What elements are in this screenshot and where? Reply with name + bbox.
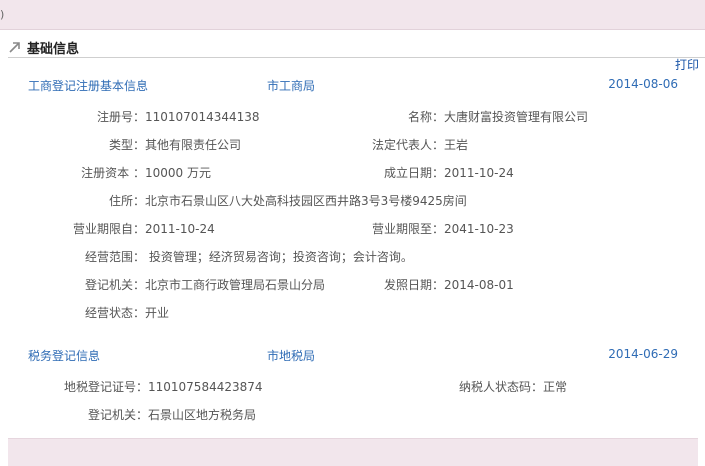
legal-rep-field: 法定代表人：王岩: [340, 136, 468, 153]
tax-authority-value: 石景山区地方税务局: [148, 408, 257, 422]
issue-date-value: 2014-08-01: [444, 278, 514, 292]
top-bar-stub: ): [0, 8, 5, 21]
address-value: 北京市石景山区八大处高科技园区西井路3号3号楼9425房间: [145, 194, 467, 208]
type-field: 类型：其他有限责任公司: [40, 136, 241, 153]
tax-org: 市地税局: [267, 349, 316, 363]
founded-label: 成立日期：: [383, 166, 444, 180]
reg-authority-field: 登记机关：北京市工商行政管理局石景山分局: [40, 276, 325, 293]
legal-rep-label: 法定代表人：: [371, 138, 444, 152]
reg-no-label: 注册号：: [96, 110, 145, 124]
reg-no-value: 110107014344138: [145, 110, 260, 124]
top-bar: ): [0, 0, 705, 30]
reg-authority-label: 登记机关：: [84, 278, 145, 292]
status-label: 经营状态：: [84, 306, 145, 320]
company-name-field: 名称：大唐财富投资管理有限公司: [340, 108, 588, 125]
status-value: 开业: [145, 306, 170, 320]
print-link[interactable]: 打印: [675, 56, 699, 73]
company-name-value: 大唐财富投资管理有限公司: [444, 110, 589, 124]
legal-rep-value: 王岩: [444, 138, 469, 152]
company-name-label: 名称：: [407, 110, 444, 124]
reg-no-field: 注册号：110107014344138: [40, 108, 260, 125]
business-org: 市工商局: [267, 79, 316, 93]
taxpayer-status-label: 纳税人状态码：: [458, 380, 543, 394]
issue-date-field: 发照日期：2014-08-01: [340, 276, 514, 293]
tax-authority-field: 登记机关：石景山区地方税务局: [40, 406, 256, 423]
term-from-label: 营业期限自：: [72, 222, 145, 236]
section-title: 基础信息: [27, 42, 80, 57]
tax-cert-field: 地税登记证号：110107584423874: [40, 378, 263, 395]
taxpayer-status-value: 正常: [543, 380, 568, 394]
type-label: 类型：: [108, 138, 145, 152]
term-to-value: 2041-10-23: [444, 222, 514, 236]
scope-label: 经营范围：: [84, 250, 145, 264]
capital-label: 注册资本 ：: [81, 166, 145, 180]
scope-value: 投资管理；经济贸易咨询；投资咨询；会计咨询。: [148, 250, 413, 264]
capital-value: 10000 万元: [145, 166, 211, 180]
taxpayer-status-field: 纳税人状态码：正常: [420, 378, 567, 395]
tax-authority-label: 登记机关：: [87, 408, 148, 422]
term-from-field: 营业期限自：2011-10-24: [40, 220, 215, 237]
business-title: 工商登记注册基本信息: [28, 79, 149, 93]
address-label: 住所：: [108, 194, 145, 208]
address-field: 住所：北京市石景山区八大处高科技园区西井路3号3号楼9425房间: [40, 192, 467, 209]
scope-field: 经营范围： 投资管理；经济贸易咨询；投资咨询；会计咨询。: [40, 248, 413, 265]
tax-date: 2014-06-29: [608, 347, 678, 361]
bottom-bar: [8, 438, 698, 466]
status-field: 经营状态：开业: [40, 304, 169, 321]
term-from-value: 2011-10-24: [145, 222, 215, 236]
tax-cert-label: 地税登记证号：: [63, 380, 148, 394]
business-header: 工商登记注册基本信息 市工商局 2014-08-06: [0, 77, 705, 93]
term-to-field: 营业期限至：2041-10-23: [340, 220, 514, 237]
founded-value: 2011-10-24: [444, 166, 514, 180]
type-value: 其他有限责任公司: [145, 138, 242, 152]
capital-field: 注册资本 ：10000 万元: [40, 164, 211, 181]
issue-date-label: 发照日期：: [383, 278, 444, 292]
tax-title: 税务登记信息: [28, 349, 101, 363]
term-to-label: 营业期限至：: [371, 222, 444, 236]
arrow-icon: [9, 42, 20, 53]
section-header: 基础信息: [8, 38, 705, 58]
tax-cert-value: 110107584423874: [148, 380, 263, 394]
tax-header: 税务登记信息 市地税局 2014-06-29: [0, 347, 705, 363]
founded-field: 成立日期：2011-10-24: [340, 164, 514, 181]
reg-authority-value: 北京市工商行政管理局石景山分局: [145, 278, 326, 292]
business-date: 2014-08-06: [608, 77, 678, 91]
